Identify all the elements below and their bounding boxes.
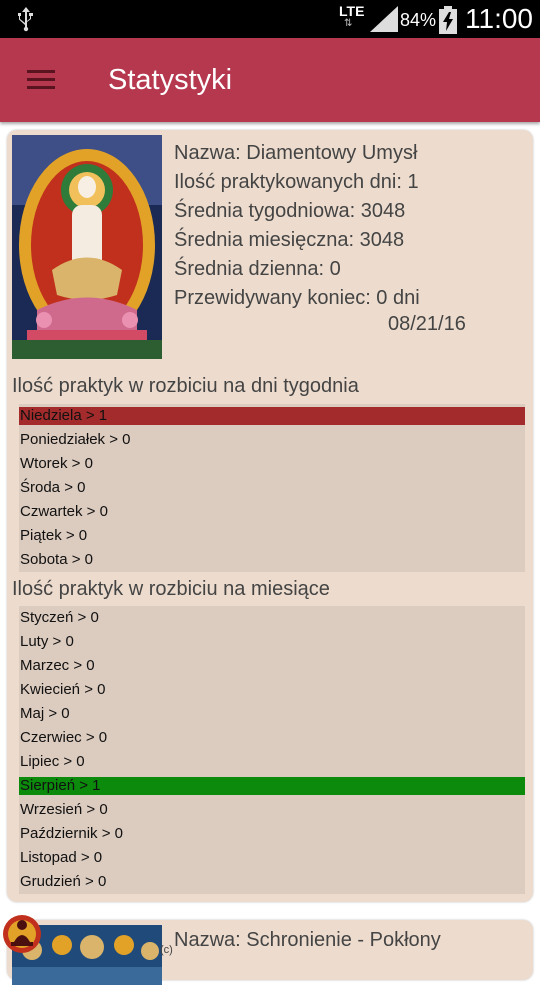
battery-percent: 84% [400,10,437,30]
signal-icon [370,6,398,32]
months-list: Styczeń > 0 Luty > 0 Marzec > 0 Kwiecień… [19,606,525,894]
weekday-row: Piątek > 0 [20,527,88,544]
clock: 11:00 [465,3,533,34]
app-bar: Statystyki [0,38,540,122]
month-row: Maj > 0 [20,705,70,722]
month-row: Sierpień > 1 [19,777,525,795]
battery-charging-icon [439,6,457,34]
weekday-row: Czwartek > 0 [20,503,108,520]
month-row: Luty > 0 [20,633,74,650]
page-title: Statystyki [108,64,233,96]
month-row: Kwiecień > 0 [20,681,106,698]
month-row: Czerwiec > 0 [20,729,108,746]
monthly-average: Średnia miesięczna: 3048 [174,229,405,251]
month-row: Marzec > 0 [20,657,95,674]
month-row: Styczeń > 0 [20,609,99,626]
meditation-icon[interactable] [2,912,42,956]
practice-name: Nazwa: Diamentowy Umysł [174,142,418,164]
data-activity-icon: ⇅ [344,18,353,29]
practiced-days: Ilość praktykowanych dni: 1 [174,171,419,193]
deity-thangka-image [12,135,162,359]
end-date: 08/21/16 [388,313,466,335]
practice-name: Nazwa: Schronienie - Pokłony [174,929,441,951]
practice-card[interactable]: Nazwa: Schronienie - Pokłony [7,920,533,985]
practice-card[interactable]: Nazwa: Diamentowy Umysł Ilość praktykowa… [7,130,533,902]
weekday-row: Sobota > 0 [20,551,93,568]
practice-info: Nazwa: Schronienie - Pokłony [174,926,441,955]
weekday-row: Niedziela > 1 [19,407,525,425]
status-bar: LTE ⇅ 84% 11:00 [0,0,540,38]
hamburger-menu-icon[interactable] [20,62,62,98]
month-row: Październik > 0 [20,825,123,842]
month-row: Listopad > 0 [20,849,103,866]
weekday-row: Wtorek > 0 [20,455,93,472]
network-type: LTE [339,3,365,19]
month-row: Wrzesień > 0 [20,801,108,818]
daily-average: Średnia dzienna: 0 [174,258,341,280]
weekdays-section-title: Ilość praktyk w rozbiciu na dni tygodnia [12,375,359,397]
usb-icon [18,7,33,32]
weekly-average: Średnia tygodniowa: 3048 [174,200,406,222]
month-row: Grudzień > 0 [20,873,107,890]
weekday-row: Poniedziałek > 0 [20,431,131,448]
practice-info: Nazwa: Diamentowy Umysł Ilość praktykowa… [174,139,466,335]
months-section-title: Ilość praktyk w rozbiciu na miesiące [12,578,330,600]
weekdays-list: Niedziela > 1 Poniedziałek > 0 Wtorek > … [19,404,525,572]
weekday-row: Środa > 0 [20,479,86,496]
predicted-end: Przewidywany koniec: 0 dni [174,287,420,309]
month-row: Lipiec > 0 [20,753,85,770]
copyright-text: (c) [160,944,173,956]
